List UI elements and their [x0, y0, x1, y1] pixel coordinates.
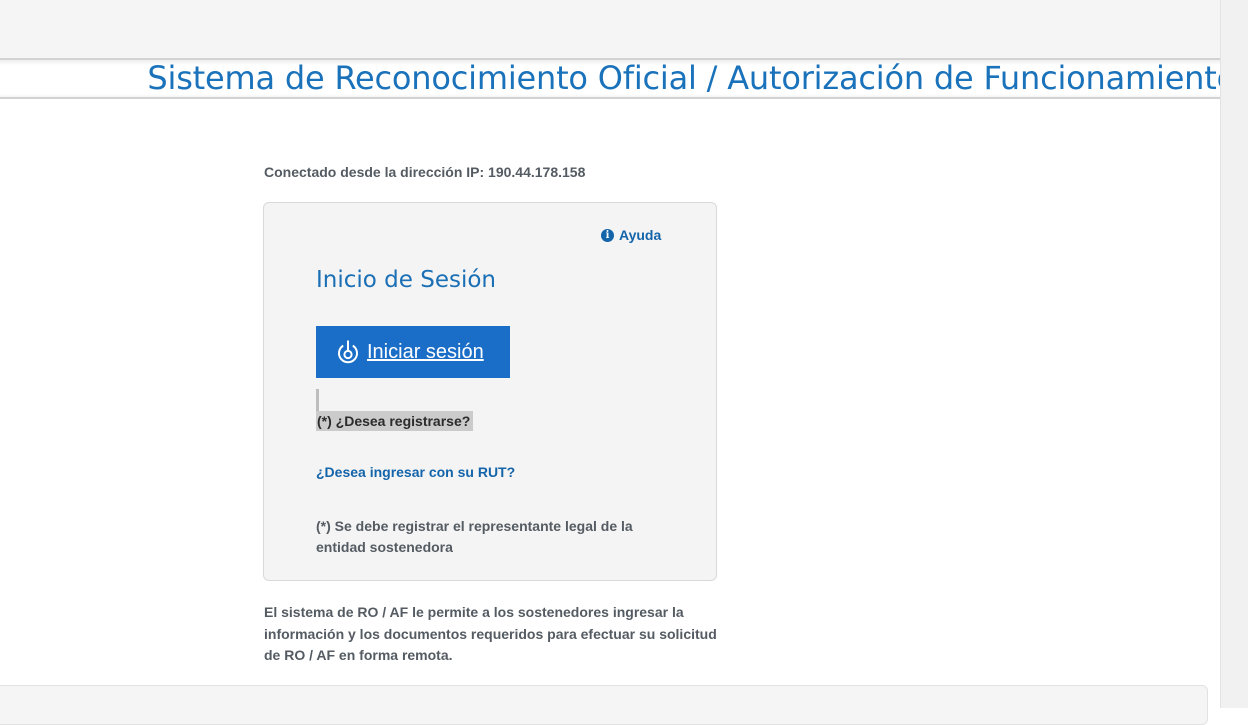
- top-strip: [0, 0, 1220, 58]
- system-description: El sistema de RO / AF le permite a los s…: [264, 604, 717, 663]
- ip-address-text: Conectado desde la dirección IP: 190.44.…: [264, 164, 586, 180]
- rut-login-link[interactable]: ¿Desea ingresar con su RUT?: [316, 464, 515, 480]
- text-cursor: [316, 389, 319, 413]
- register-link[interactable]: (*) ¿Desea registrarse?: [316, 411, 474, 431]
- login-button[interactable]: Iniciar sesión: [316, 326, 510, 378]
- bottom-panel: [0, 685, 1208, 725]
- info-circle-icon: i: [601, 228, 614, 242]
- registration-footnote: (*) Se debe registrar el representante l…: [316, 518, 633, 555]
- help-link[interactable]: i Ayuda: [601, 227, 661, 243]
- login-button-label: Iniciar sesión: [367, 340, 484, 363]
- vertical-scrollbar[interactable]: [1220, 0, 1248, 708]
- page-title: Sistema de Reconocimiento Oficial / Auto…: [147, 59, 1236, 97]
- login-title: Inicio de Sesión: [316, 267, 497, 293]
- power-icon: [338, 340, 358, 364]
- help-label: Ayuda: [619, 227, 662, 243]
- login-card: i Ayuda Inicio de Sesión Iniciar sesión …: [263, 202, 717, 581]
